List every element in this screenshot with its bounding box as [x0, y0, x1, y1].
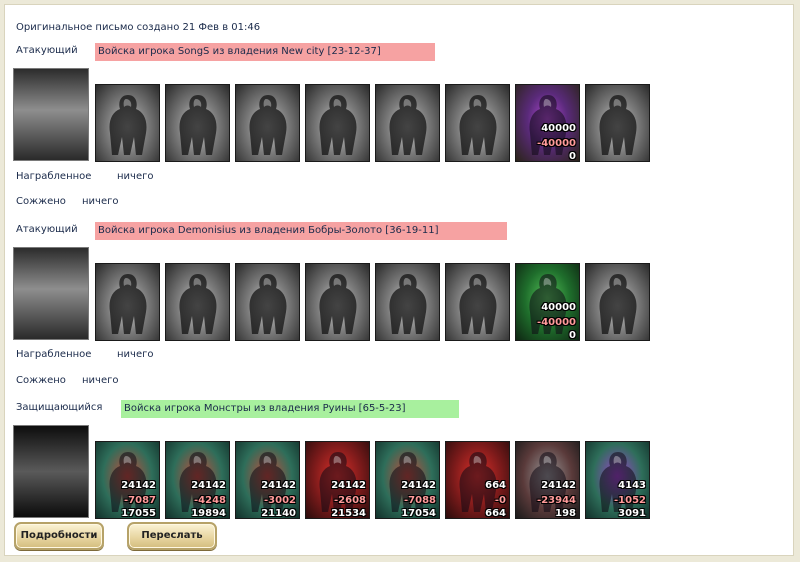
looted-label: Награбленное [16, 171, 92, 182]
demon-skull-emblem-icon [13, 425, 89, 518]
bone-dragon-icon[interactable]: 24142 -23944 198 [515, 441, 580, 519]
swordsman-icon[interactable] [165, 263, 230, 341]
unit-figure-silhouette [389, 95, 427, 155]
druid-icon[interactable]: 40000 -40000 0 [515, 263, 580, 341]
goblin-shaman-icon[interactable]: 24142 -3002 21140 [235, 441, 300, 519]
burned-value: ничего [82, 375, 119, 386]
knight-icon[interactable] [235, 84, 300, 162]
unit-count-remaining: 19894 [191, 508, 226, 519]
unit-count-remaining: 3091 [618, 508, 646, 519]
archer-icon[interactable] [375, 263, 440, 341]
shield-crossed-arrows-emblem-icon [13, 247, 89, 340]
burned-label: Сожжено [16, 375, 66, 386]
created-timestamp: Оригинальное письмо создано 21 Фев в 01:… [16, 22, 261, 33]
unit-count-lost: -2608 [334, 495, 366, 506]
looted-value: ничего [117, 349, 154, 360]
unit-row-1: 40000 -40000 0 [95, 84, 655, 162]
unit-count-lost: -7087 [124, 495, 156, 506]
unit-count-start: 24142 [121, 480, 156, 491]
unit-count-start: 24142 [541, 480, 576, 491]
unit-figure-silhouette [389, 274, 427, 334]
mage-icon[interactable] [445, 84, 510, 162]
looted-value: ничего [117, 171, 154, 182]
unit-count-lost: -40000 [537, 138, 576, 149]
army-banner-2: Войска игрока Demonisius из владения Боб… [95, 222, 507, 240]
unit-figure-silhouette [109, 95, 147, 155]
unit-figure-silhouette [459, 274, 497, 334]
unit-figure-silhouette [599, 95, 637, 155]
sorceress-icon[interactable] [165, 84, 230, 162]
unit-figure-silhouette [319, 95, 357, 155]
red-demon-icon[interactable]: 24142 -2608 21534 [305, 441, 370, 519]
unit-count-remaining: 17054 [401, 508, 436, 519]
priestess-icon[interactable] [445, 263, 510, 341]
unit-count-lost: -1052 [614, 495, 646, 506]
unit-figure-silhouette [459, 95, 497, 155]
unit-count-lost: -3002 [264, 495, 296, 506]
dark-sorcerer-icon[interactable]: 4143 -1052 3091 [585, 441, 650, 519]
unit-count-start: 24142 [191, 480, 226, 491]
burned-label: Сожжено [16, 196, 66, 207]
role-label-defender: Защищающийся [16, 402, 103, 413]
ent-icon[interactable] [585, 263, 650, 341]
unit-figure-silhouette [319, 274, 357, 334]
dark-knight-emblem-icon [13, 68, 89, 161]
unit-row-2: 40000 -40000 0 [95, 263, 655, 341]
unit-figure-silhouette [249, 274, 287, 334]
unit-count-start: 40000 [541, 302, 576, 313]
unit-count-lost: -4248 [194, 495, 226, 506]
unit-count-remaining: 17055 [121, 508, 156, 519]
unit-count-remaining: 21140 [261, 508, 296, 519]
unit-figure-silhouette [179, 274, 217, 334]
unit-count-start: 24142 [401, 480, 436, 491]
unit-count-lost: -7088 [404, 495, 436, 506]
unit-count-start: 24142 [331, 480, 366, 491]
unit-figure-silhouette [249, 95, 287, 155]
army-banner-3: Войска игрока Монстры из владения Руины … [121, 400, 459, 418]
unit-count-start: 4143 [618, 480, 646, 491]
forward-button[interactable]: Переслать [127, 522, 217, 550]
unit-count-remaining: 21534 [331, 508, 366, 519]
unit-count-start: 24142 [261, 480, 296, 491]
dwarf-icon[interactable] [95, 263, 160, 341]
fire-demon-icon[interactable]: 664 -0 664 [445, 441, 510, 519]
unit-count-remaining: 0 [569, 330, 576, 341]
lich-icon[interactable]: 40000 -40000 0 [515, 84, 580, 162]
orc-brute-icon[interactable]: 24142 -4248 19894 [165, 441, 230, 519]
unit-figure-silhouette [599, 274, 637, 334]
archer-icon[interactable] [375, 84, 440, 162]
golem-icon[interactable] [95, 84, 160, 162]
unit-count-start: 664 [485, 480, 506, 491]
army-banner-1: Войска игрока SongS из владения New city… [95, 43, 435, 61]
unit-count-remaining: 0 [569, 151, 576, 162]
spider-rider-icon[interactable] [585, 84, 650, 162]
unit-count-remaining: 198 [555, 508, 576, 519]
griffin-icon[interactable] [305, 263, 370, 341]
details-button[interactable]: Подробности [14, 522, 104, 550]
unit-figure-silhouette [179, 95, 217, 155]
unit-count-remaining: 664 [485, 508, 506, 519]
role-label-attacker-2: Атакующий [16, 224, 78, 235]
unit-figure-silhouette [109, 274, 147, 334]
unit-count-start: 40000 [541, 123, 576, 134]
unit-count-lost: -23944 [537, 495, 576, 506]
scorpion-beast-icon[interactable]: 24142 -7088 17054 [375, 441, 440, 519]
unit-count-lost: -40000 [537, 317, 576, 328]
burned-value: ничего [82, 196, 119, 207]
looted-label: Награбленное [16, 349, 92, 360]
unit-count-lost: -0 [494, 495, 506, 506]
griffin-icon[interactable] [305, 84, 370, 162]
role-label-attacker-1: Атакующий [16, 45, 78, 56]
lizard-warrior-icon[interactable]: 24142 -7087 17055 [95, 441, 160, 519]
centaur-icon[interactable] [235, 263, 300, 341]
unit-row-3: 24142 -7087 17055 24142 -4248 19894 24142 -3002… [95, 441, 655, 519]
